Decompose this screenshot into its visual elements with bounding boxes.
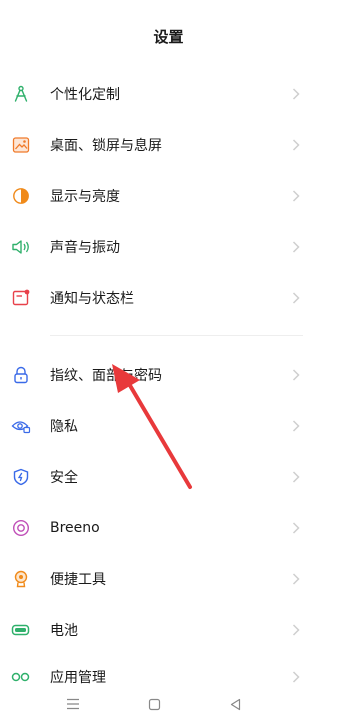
setting-item-desktop-lockscreen[interactable]: 桌面、锁屏与息屏 [0,119,337,170]
setting-item-label: 指纹、面部与密码 [50,367,162,384]
setting-item-label: 个性化定制 [50,86,120,103]
chevron-right-icon [289,189,303,203]
lock-icon [10,364,32,386]
sound-icon [10,236,32,258]
setting-item-label: 显示与亮度 [50,188,120,205]
setting-item-label: 隐私 [50,418,78,435]
chevron-right-icon [289,87,303,101]
setting-item-security[interactable]: 安全 [0,451,337,502]
notification-icon [10,287,32,309]
back-icon[interactable] [225,694,245,714]
group-divider [0,323,337,349]
battery-icon [10,619,32,641]
setting-item-label: 安全 [50,469,78,486]
privacy-eye-icon [10,415,32,437]
setting-item-personalization[interactable]: 个性化定制 [0,68,337,119]
menu-icon[interactable] [63,694,83,714]
setting-item-label: 桌面、锁屏与息屏 [50,137,162,154]
chevron-right-icon [289,521,303,535]
setting-item-privacy[interactable]: 隐私 [0,400,337,451]
chevron-right-icon [289,623,303,637]
setting-item-label: 便捷工具 [50,571,106,588]
chevron-right-icon [289,572,303,586]
setting-item-battery[interactable]: 电池 [0,604,337,655]
shield-icon [10,466,32,488]
chevron-right-icon [289,419,303,433]
setting-item-fingerprint-face-password[interactable]: 指纹、面部与密码 [0,349,337,400]
brightness-icon [10,185,32,207]
page-title: 设置 [153,28,184,46]
chevron-right-icon [289,368,303,382]
setting-item-label: 通知与状态栏 [50,290,134,307]
compass-icon [10,83,32,105]
setting-item-sound-vibration[interactable]: 声音与振动 [0,221,337,272]
chevron-right-icon [289,470,303,484]
setting-item-label: 电池 [50,622,78,639]
tools-icon [10,568,32,590]
home-icon[interactable] [144,694,164,714]
chevron-right-icon [289,291,303,305]
breeno-icon [10,517,32,539]
setting-item-convenience-tools[interactable]: 便捷工具 [0,553,337,604]
setting-item-notification-statusbar[interactable]: 通知与状态栏 [0,272,337,323]
chevron-right-icon [289,138,303,152]
chevron-right-icon [289,670,303,684]
settings-list: 个性化定制 桌面、锁屏与息屏 显示与亮度 声音与振动 通知与状态栏 指纹、面部与… [0,68,337,699]
setting-item-label: Breeno [50,519,100,536]
wallpaper-icon [10,134,32,156]
navigation-bar [0,684,337,724]
setting-item-breeno[interactable]: Breeno [0,502,337,553]
setting-item-label: 声音与振动 [50,239,120,256]
chevron-right-icon [289,240,303,254]
setting-item-display-brightness[interactable]: 显示与亮度 [0,170,337,221]
